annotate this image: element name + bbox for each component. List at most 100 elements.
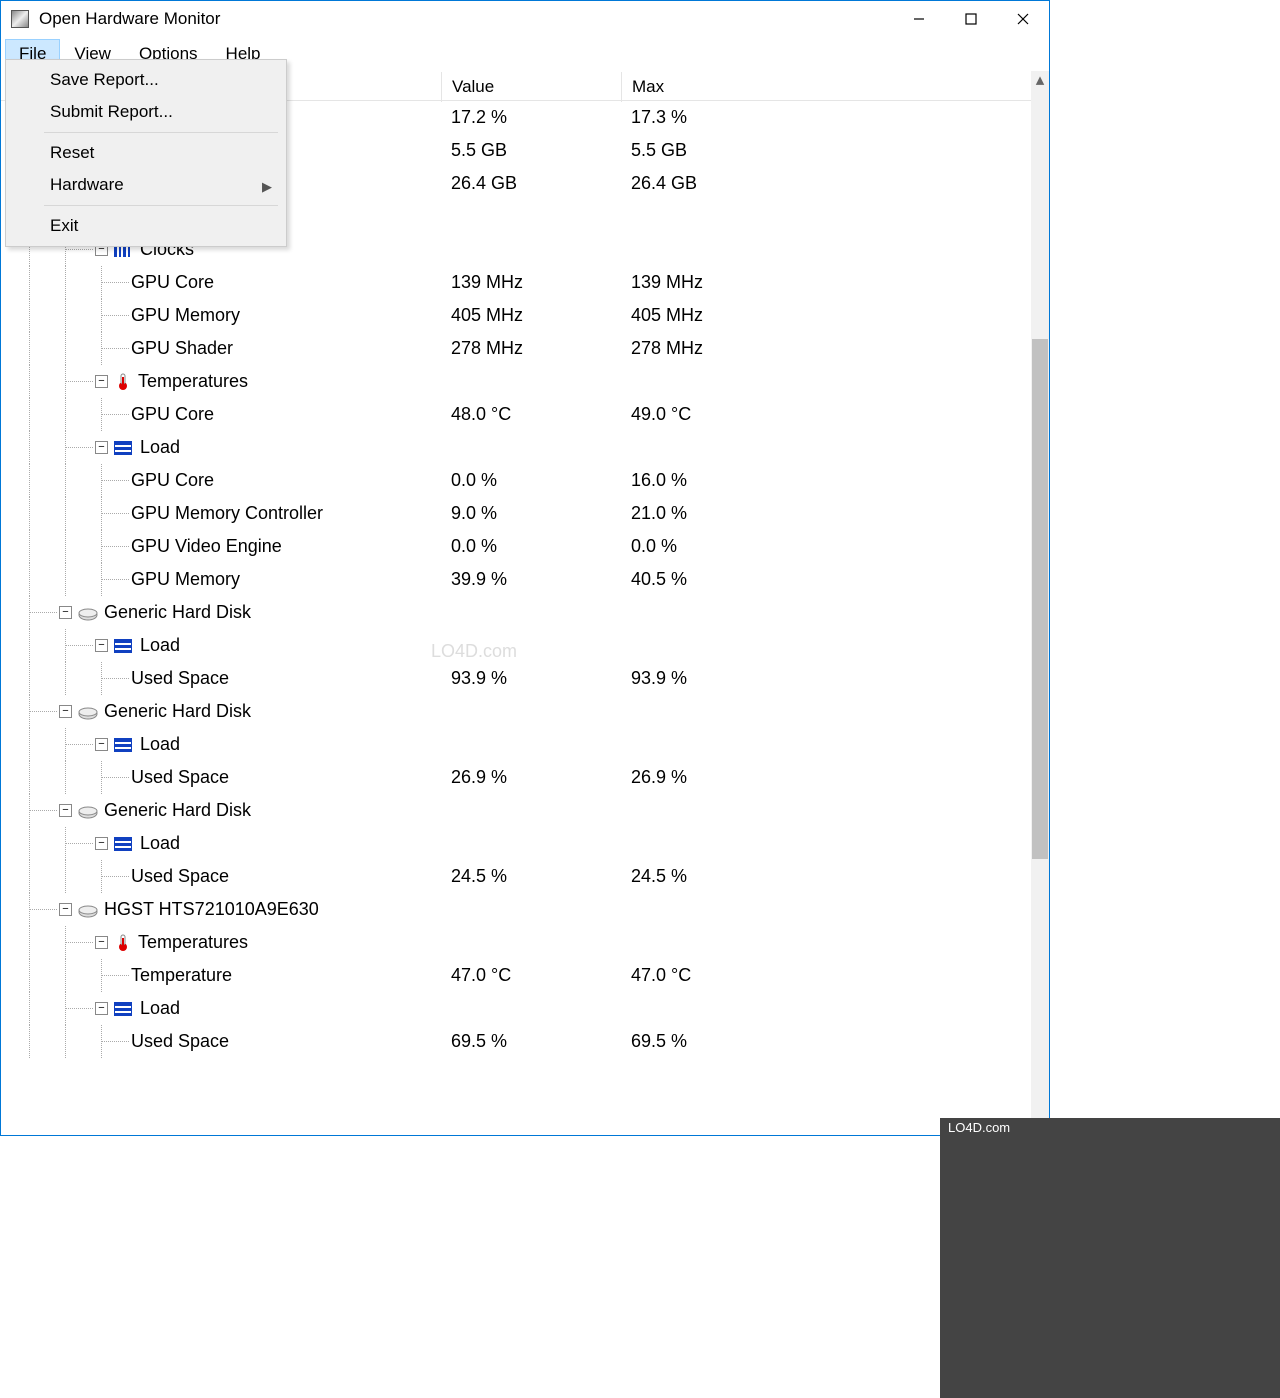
tree-row[interactable]: − Generic Hard Disk (1, 596, 1031, 629)
max-cell: 21.0 % (621, 503, 801, 524)
maximize-button[interactable] (945, 1, 997, 37)
scroll-track[interactable] (1031, 89, 1049, 1117)
value-cell: 5.5 GB (441, 140, 621, 161)
tree-row[interactable]: GPU Memory Controller9.0 %21.0 % (1, 497, 1031, 530)
tree-row[interactable]: Temperature47.0 °C47.0 °C (1, 959, 1031, 992)
collapse-toggle[interactable]: − (59, 804, 72, 817)
disk-icon (78, 804, 98, 818)
node-label: Load (140, 734, 180, 755)
minimize-button[interactable] (893, 1, 945, 37)
column-value[interactable]: Value (441, 72, 621, 102)
load-icon (114, 837, 132, 851)
tree-row[interactable]: −Load (1, 992, 1031, 1025)
file-reset[interactable]: Reset (6, 137, 286, 169)
node-label: Load (140, 833, 180, 854)
max-cell: 17.3 % (621, 107, 801, 128)
tree-row[interactable]: −Temperatures (1, 365, 1031, 398)
value-cell: 24.5 % (441, 866, 621, 887)
value-cell: 69.5 % (441, 1031, 621, 1052)
menu-separator (44, 132, 278, 133)
load-icon (114, 441, 132, 455)
tree-row[interactable]: Used Space26.9 %26.9 % (1, 761, 1031, 794)
collapse-toggle[interactable]: − (59, 606, 72, 619)
collapse-toggle[interactable]: − (95, 639, 108, 652)
tree-cell: GPU Core (1, 464, 441, 497)
tree-row[interactable]: − Load (1, 827, 1031, 860)
tree-cell: − Load (1, 728, 441, 761)
file-submit-report[interactable]: Submit Report... (6, 96, 286, 128)
tree-row[interactable]: Used Space93.9 %93.9 % (1, 662, 1031, 695)
load-icon (114, 639, 132, 653)
window-title: Open Hardware Monitor (39, 9, 893, 29)
app-window: Open Hardware Monitor File View Options … (0, 0, 1050, 1136)
disk-icon (78, 606, 98, 620)
tree-row[interactable]: − Load (1, 629, 1031, 662)
tree-row[interactable]: GPU Core48.0 °C49.0 °C (1, 398, 1031, 431)
node-label: Used Space (131, 866, 229, 887)
max-cell: 40.5 % (621, 569, 801, 590)
tree-cell: − Generic Hard Disk (1, 596, 441, 629)
load-icon (114, 1002, 132, 1016)
node-label: Temperature (131, 965, 232, 986)
tree-cell: Temperature (1, 959, 441, 992)
node-label: GPU Memory Controller (131, 503, 323, 524)
collapse-toggle[interactable]: − (95, 1002, 108, 1015)
tree-row[interactable]: − Generic Hard Disk (1, 695, 1031, 728)
node-label: Load (140, 635, 180, 656)
tree-row[interactable]: Used Space24.5 %24.5 % (1, 860, 1031, 893)
max-cell: 405 MHz (621, 305, 801, 326)
tree-cell: −Load (1, 992, 441, 1025)
tree-row[interactable]: GPU Core0.0 %16.0 % (1, 464, 1031, 497)
collapse-toggle[interactable]: − (59, 903, 72, 916)
tree-cell: GPU Memory (1, 563, 441, 596)
tree-cell: Used Space (1, 1025, 441, 1058)
collapse-toggle[interactable]: − (95, 738, 108, 751)
tree-row[interactable]: GPU Core139 MHz139 MHz (1, 266, 1031, 299)
max-cell: 278 MHz (621, 338, 801, 359)
tree-row[interactable]: −HGST HTS721010A9E630 (1, 893, 1031, 926)
collapse-toggle[interactable]: − (95, 375, 108, 388)
value-cell: 47.0 °C (441, 965, 621, 986)
file-save-report[interactable]: Save Report... (6, 64, 286, 96)
value-cell: 26.9 % (441, 767, 621, 788)
node-label: Generic Hard Disk (104, 701, 251, 722)
node-label: GPU Core (131, 272, 214, 293)
value-cell: 0.0 % (441, 470, 621, 491)
node-label: Used Space (131, 1031, 229, 1052)
tree-cell: GPU Memory (1, 299, 441, 332)
tree-row[interactable]: −Temperatures (1, 926, 1031, 959)
tree-cell: GPU Core (1, 398, 441, 431)
scroll-thumb[interactable] (1032, 339, 1048, 859)
tree-cell: −Temperatures (1, 365, 441, 398)
collapse-toggle[interactable]: − (95, 837, 108, 850)
collapse-toggle[interactable]: − (95, 441, 108, 454)
collapse-toggle[interactable]: − (95, 936, 108, 949)
node-label: Load (140, 437, 180, 458)
file-hardware[interactable]: Hardware ▶ (6, 169, 286, 201)
tree-row[interactable]: − Load (1, 431, 1031, 464)
vertical-scrollbar[interactable]: ▴ ▾ (1031, 71, 1049, 1135)
tree-cell: − Generic Hard Disk (1, 695, 441, 728)
scroll-up-icon[interactable]: ▴ (1031, 71, 1049, 89)
collapse-toggle[interactable]: − (59, 705, 72, 718)
tree-row[interactable]: − Load (1, 728, 1031, 761)
tree-cell: GPU Memory Controller (1, 497, 441, 530)
tree-row[interactable]: GPU Memory405 MHz405 MHz (1, 299, 1031, 332)
column-max[interactable]: Max (621, 72, 801, 102)
node-label: Generic Hard Disk (104, 602, 251, 623)
tree-row[interactable]: GPU Video Engine0.0 %0.0 % (1, 530, 1031, 563)
max-cell: 93.9 % (621, 668, 801, 689)
close-button[interactable] (997, 1, 1049, 37)
tree-row[interactable]: GPU Shader278 MHz278 MHz (1, 332, 1031, 365)
file-hardware-label: Hardware (50, 175, 124, 194)
tree-row[interactable]: −Generic Hard Disk (1, 794, 1031, 827)
disk-icon (78, 705, 98, 719)
tree-cell: −HGST HTS721010A9E630 (1, 893, 441, 926)
thermometer-icon (114, 373, 132, 391)
value-cell: 48.0 °C (441, 404, 621, 425)
value-cell: 17.2 % (441, 107, 621, 128)
titlebar: Open Hardware Monitor (1, 1, 1049, 37)
tree-row[interactable]: GPU Memory39.9 %40.5 % (1, 563, 1031, 596)
tree-row[interactable]: Used Space69.5 %69.5 % (1, 1025, 1031, 1058)
file-exit[interactable]: Exit (6, 210, 286, 242)
